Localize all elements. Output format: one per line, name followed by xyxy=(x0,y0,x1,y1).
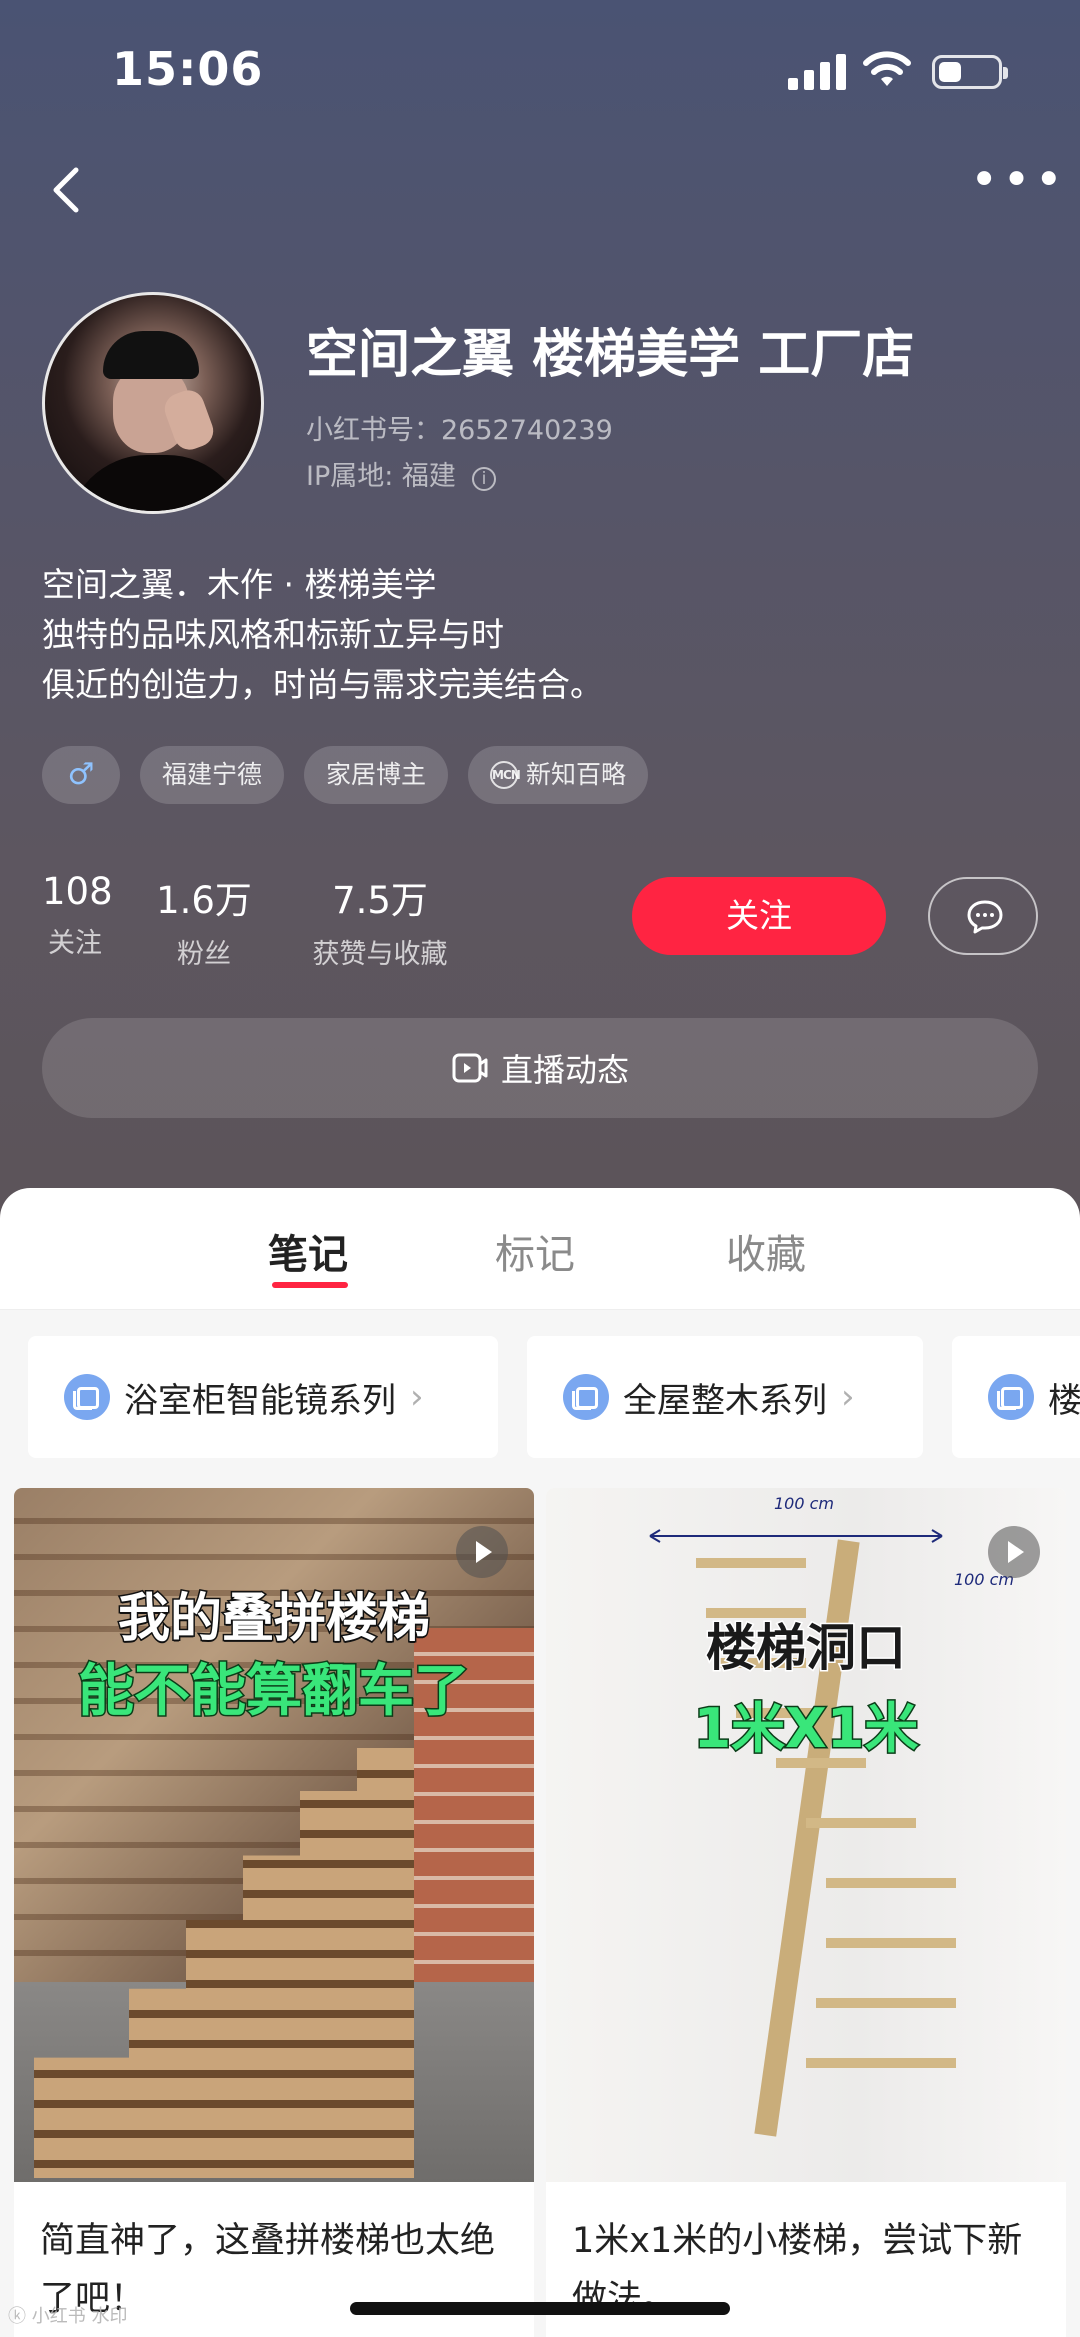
collection-label: 楼 xyxy=(1048,1380,1080,1421)
profile-id: 小红书号：2652740239 xyxy=(306,415,613,446)
note-card[interactable]: 100 cm 100 cm 楼梯洞口 1米X1米 1米x1米的小楼梯，尝试下新做… xyxy=(546,1488,1066,2337)
stat-followers[interactable]: 1.6万 粉丝 xyxy=(154,870,254,971)
note-card[interactable]: 我的叠拼楼梯 能不能算翻车了 简直神了，这叠拼楼梯也太绝了吧！ xyxy=(14,1488,534,2337)
collection-icon xyxy=(988,1374,1034,1420)
profile-ip-location: IP属地: 福建 i xyxy=(306,454,496,493)
tag-location[interactable]: 福建宁德 xyxy=(140,746,285,804)
tab-marked[interactable]: 标记 xyxy=(495,1222,575,1280)
stat-following[interactable]: 108 关注 xyxy=(42,870,113,960)
info-icon[interactable]: i xyxy=(471,467,496,491)
live-video-icon xyxy=(452,1053,488,1083)
male-icon: ♂ xyxy=(42,746,120,804)
tab-notes[interactable]: 笔记 xyxy=(268,1222,348,1280)
live-updates-label: 直播动态 xyxy=(500,1051,629,1089)
profile-bio: 空间之翼．木作 · 楼梯美学 独特的品味风格和标新立异与时 俱近的创造力，时尚与… xyxy=(42,560,942,710)
stat-label: 获赞与收藏 xyxy=(312,939,448,970)
profile-name: 空间之翼 楼梯美学 工厂店 xyxy=(306,325,915,385)
message-button[interactable] xyxy=(928,877,1038,955)
chat-icon xyxy=(967,900,1003,934)
cover-text-line2: 能不能算翻车了 xyxy=(77,1658,472,1726)
ip-label: IP属地: 福建 xyxy=(306,461,456,492)
tab-collections[interactable]: 收藏 xyxy=(726,1222,806,1280)
note-cover-image: 我的叠拼楼梯 能不能算翻车了 xyxy=(14,1488,534,2182)
avatar[interactable] xyxy=(42,292,264,514)
stat-value: 108 xyxy=(42,870,113,913)
note-cover-image: 100 cm 100 cm 楼梯洞口 1米X1米 xyxy=(546,1488,1066,2182)
cover-text-line1: 楼梯洞口 xyxy=(705,1618,908,1679)
collection-card[interactable]: 全屋整木系列 › xyxy=(527,1336,923,1458)
stat-value: 1.6万 xyxy=(156,879,252,922)
mcn-icon: MCN xyxy=(490,761,521,789)
profile-tabs: 笔记 标记 收藏 xyxy=(0,1188,1080,1310)
tag-category[interactable]: 家居博主 xyxy=(304,746,449,804)
stat-label: 关注 xyxy=(48,928,102,959)
collection-label: 浴室柜智能镜系列 xyxy=(124,1380,396,1421)
status-bar: 15:06 xyxy=(0,0,1080,130)
more-options-icon[interactable]: ••• xyxy=(970,156,1063,210)
stat-likes[interactable]: 7.5万 获赞与收藏 xyxy=(300,870,460,971)
content-panel: 笔记 标记 收藏 浴室柜智能镜系列 › 全屋整木系列 › 楼 我的叠拼楼梯 能不… xyxy=(0,1188,1080,2337)
tag-mcn-label: 新知百略 xyxy=(526,760,627,789)
collection-icon xyxy=(563,1374,609,1420)
dimension-label-top: 100 cm xyxy=(774,1494,835,1513)
active-tab-indicator xyxy=(272,1282,348,1288)
wifi-icon xyxy=(863,51,911,86)
notes-feed: 我的叠拼楼梯 能不能算翻车了 简直神了，这叠拼楼梯也太绝了吧！ 100 cm 1… xyxy=(0,1476,1080,2337)
cover-text-line1: 我的叠拼楼梯 xyxy=(116,1588,431,1651)
collection-card[interactable]: 楼 xyxy=(952,1336,1080,1458)
bio-line: 空间之翼．木作 · 楼梯美学 xyxy=(42,565,437,604)
collection-icon xyxy=(64,1374,110,1420)
follow-button[interactable]: 关注 xyxy=(632,877,886,955)
home-indicator xyxy=(350,2302,730,2315)
signal-icon xyxy=(788,54,846,90)
cover-text-line2: 1米X1米 xyxy=(692,1696,920,1762)
back-arrow-icon[interactable] xyxy=(40,160,100,220)
stat-label: 粉丝 xyxy=(177,939,231,970)
bio-line: 俱近的创造力，时尚与需求完美结合。 xyxy=(42,665,603,704)
collections-row: 浴室柜智能镜系列 › 全屋整木系列 › 楼 xyxy=(0,1310,1080,1476)
tag-mcn[interactable]: MCN 新知百略 xyxy=(468,746,649,804)
status-time: 15:06 xyxy=(112,42,264,96)
stat-value: 7.5万 xyxy=(332,879,428,922)
watermark: ⓚ 小红书 水印 xyxy=(8,2306,128,2327)
collection-label: 全屋整木系列 xyxy=(623,1380,827,1421)
profile-tags: ♂ 福建宁德 家居博主 MCN 新知百略 xyxy=(42,746,649,804)
play-icon xyxy=(456,1526,508,1578)
chevron-right-icon: › xyxy=(410,1377,424,1417)
bio-line: 独特的品味风格和标新立异与时 xyxy=(42,615,504,654)
chevron-right-icon: › xyxy=(841,1377,855,1417)
live-updates-button[interactable]: 直播动态 xyxy=(42,1018,1038,1118)
collection-card[interactable]: 浴室柜智能镜系列 › xyxy=(28,1336,498,1458)
battery-icon xyxy=(932,55,1008,89)
play-icon xyxy=(988,1526,1040,1578)
